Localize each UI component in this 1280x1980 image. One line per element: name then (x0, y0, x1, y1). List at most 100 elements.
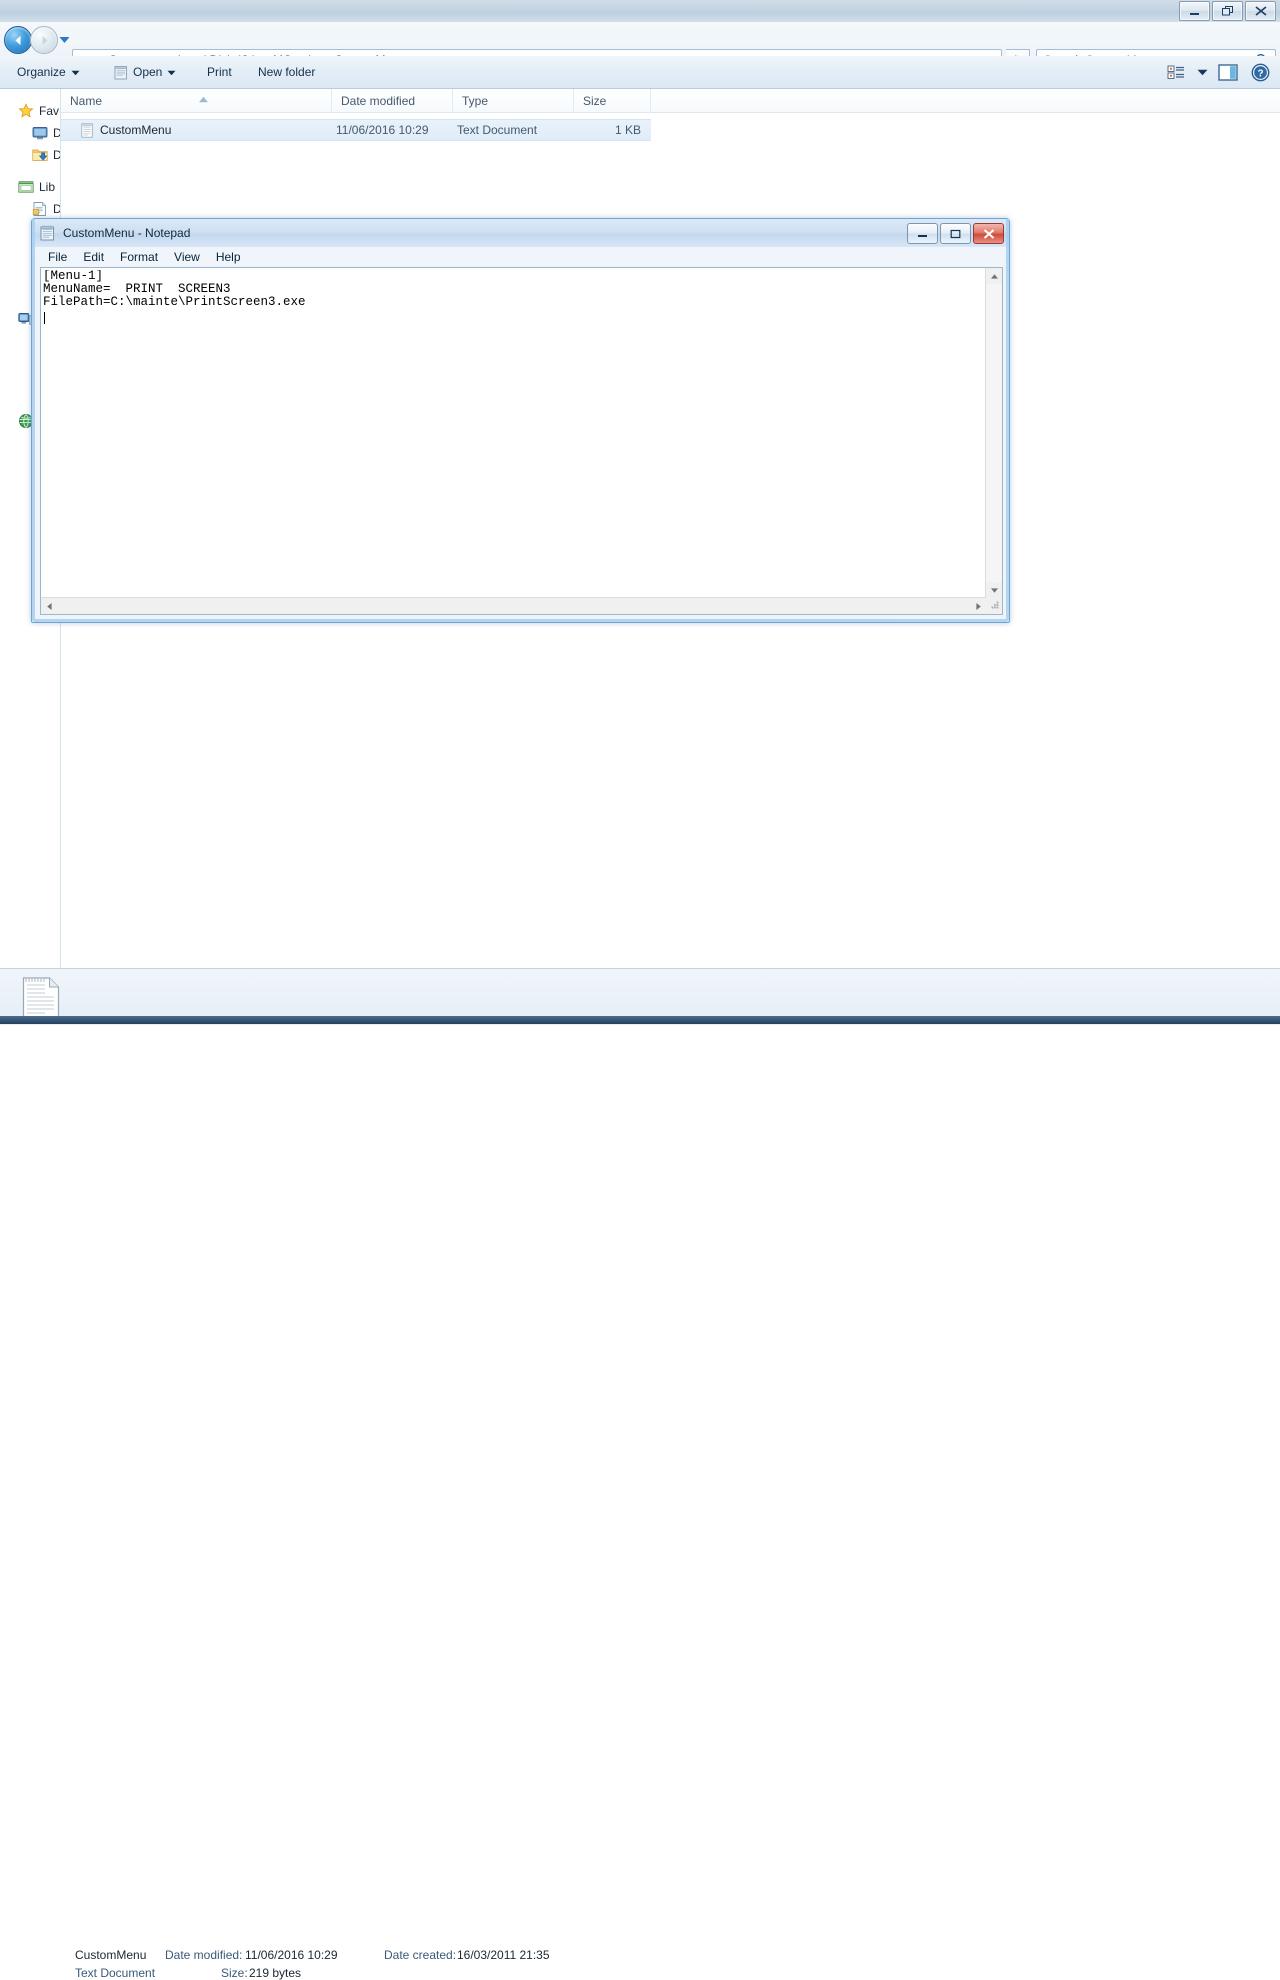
details-size-label: Size: (221, 1966, 248, 1980)
forward-button (30, 26, 58, 54)
notepad-vertical-scrollbar[interactable] (985, 268, 1002, 598)
notepad-horizontal-scrollbar[interactable] (41, 597, 986, 614)
details-date-modified-value: 11/06/2016 10:29 (245, 1948, 338, 1962)
print-label: Print (207, 65, 232, 79)
file-type-label: Text Document (457, 123, 538, 137)
recent-locations-button[interactable] (58, 35, 70, 44)
notepad-text-area[interactable]: [Menu-1] MenuName= PRINT SCREEN3 FilePat… (40, 267, 1003, 615)
column-header-name[interactable]: Name (61, 89, 332, 112)
file-type-cell: Text Document (457, 120, 537, 140)
view-list-icon (1167, 65, 1184, 79)
column-header-type[interactable]: Type (453, 89, 574, 112)
open-label: Open (133, 65, 163, 79)
chevron-down-icon (167, 65, 176, 79)
documents-icon (32, 201, 48, 217)
resize-grip[interactable] (986, 598, 1002, 614)
file-name-cell[interactable]: CustomMenu (81, 120, 171, 140)
open-button[interactable]: Open (105, 56, 185, 88)
notepad-menubar[interactable]: File Edit Format View Help (35, 247, 1006, 267)
help-icon: ? (1251, 63, 1269, 81)
organize-button[interactable]: Organize (8, 56, 89, 88)
organize-label: Organize (17, 65, 66, 79)
chevron-down-icon (1197, 69, 1207, 75)
details-file-type: Text Document (75, 1966, 156, 1980)
sidebar-item-desktop[interactable]: D (32, 125, 60, 141)
back-arrow-icon (5, 27, 31, 53)
sidebar-label-downloads: D (53, 148, 60, 162)
menu-help[interactable]: Help (208, 248, 249, 266)
menu-edit[interactable]: Edit (75, 248, 112, 266)
sidebar-item-libraries[interactable]: Lib (18, 179, 55, 195)
menu-file[interactable]: File (40, 248, 75, 266)
notepad-icon (114, 65, 128, 80)
notepad-window-controls (907, 223, 1004, 244)
text-caret (44, 312, 45, 324)
explorer-restore-button[interactable] (1212, 1, 1243, 21)
file-size-cell: 1 KB (566, 120, 641, 140)
details-size-value: 219 bytes (249, 1966, 302, 1980)
sidebar-label-desktop: D (53, 126, 60, 140)
column-label-date-modified: Date modified (341, 93, 416, 108)
explorer-window-controls (1179, 1, 1276, 21)
menu-format[interactable]: Format (112, 248, 166, 266)
desktop-icon (32, 125, 48, 141)
sidebar-item-favorites[interactable]: Fav (18, 103, 59, 119)
notepad-text-content[interactable]: [Menu-1] MenuName= PRINT SCREEN3 FilePat… (43, 270, 983, 590)
file-date-label: 11/06/2016 10:29 (336, 123, 429, 137)
details-date-created-label: Date created: (384, 1948, 457, 1962)
notepad-window[interactable]: CustomMenu - Notepad File Edit Format Vi… (31, 218, 1010, 623)
sidebar-item-documents[interactable]: D (32, 201, 60, 217)
show-preview-pane-button[interactable] (1214, 59, 1242, 85)
scroll-right-icon[interactable] (970, 598, 986, 614)
sort-ascending-icon (198, 90, 209, 108)
new-folder-label: New folder (258, 65, 316, 79)
menu-view[interactable]: View (166, 248, 208, 266)
change-view-button[interactable] (1162, 59, 1190, 85)
details-date-created-value: 16/03/2011 21:35 (457, 1948, 550, 1962)
column-headers: Name Date modified Type Size (61, 89, 1280, 113)
column-label-type: Type (462, 93, 489, 108)
explorer-address-row: ▸ Computer ▸ Local Disk (C:) ▸ MC_sdg ▸ … (0, 22, 1280, 71)
sidebar-label-documents: D (53, 202, 60, 216)
details-date-modified-label: Date modified: (165, 1948, 243, 1962)
file-size-label: 1 KB (614, 123, 641, 137)
notepad-icon (40, 225, 55, 241)
taskbar[interactable] (0, 1016, 1280, 1024)
forward-arrow-icon (31, 27, 57, 53)
column-header-date-modified[interactable]: Date modified (332, 89, 453, 112)
preview-pane-icon (1218, 63, 1238, 81)
explorer-view-controls: ? (1162, 56, 1274, 88)
explorer-close-button[interactable] (1245, 1, 1276, 21)
chevron-down-icon (71, 65, 80, 79)
notepad-minimize-button[interactable] (907, 223, 938, 244)
sidebar-label-libraries: Lib (39, 180, 56, 194)
explorer-minimize-button[interactable] (1179, 1, 1210, 21)
print-button[interactable]: Print (198, 56, 241, 88)
notepad-maximize-button[interactable] (940, 223, 971, 244)
column-label-size: Size (583, 93, 607, 108)
explorer-command-bar: Organize Open Print New folder ? (0, 56, 1280, 89)
notepad-close-button[interactable] (973, 223, 1004, 244)
column-header-size[interactable]: Size (574, 89, 651, 112)
explorer-titlebar (0, 0, 1280, 23)
table-row[interactable]: CustomMenu 11/06/2016 10:29 Text Documen… (61, 119, 651, 141)
star-icon (18, 103, 34, 119)
svg-text:?: ? (1257, 68, 1263, 79)
scroll-down-icon[interactable] (986, 582, 1002, 598)
notepad-title-label: CustomMenu - Notepad (63, 226, 191, 240)
change-view-dropdown[interactable] (1194, 59, 1210, 85)
notepad-titlebar[interactable]: CustomMenu - Notepad (32, 219, 1009, 247)
file-date-cell: 11/06/2016 10:29 (336, 120, 429, 140)
back-button[interactable] (4, 26, 32, 54)
file-name-label: CustomMenu (100, 123, 172, 137)
chevron-down-icon (59, 36, 69, 43)
sidebar-label-favorites: Fav (39, 104, 60, 118)
scroll-left-icon[interactable] (41, 598, 57, 614)
downloads-icon (32, 147, 48, 163)
new-folder-button[interactable]: New folder (249, 56, 324, 88)
text-document-icon (81, 122, 94, 138)
libraries-icon (18, 179, 34, 195)
sidebar-item-downloads[interactable]: D (32, 147, 60, 163)
help-button[interactable]: ? (1246, 59, 1274, 85)
scroll-up-icon[interactable] (986, 268, 1002, 284)
